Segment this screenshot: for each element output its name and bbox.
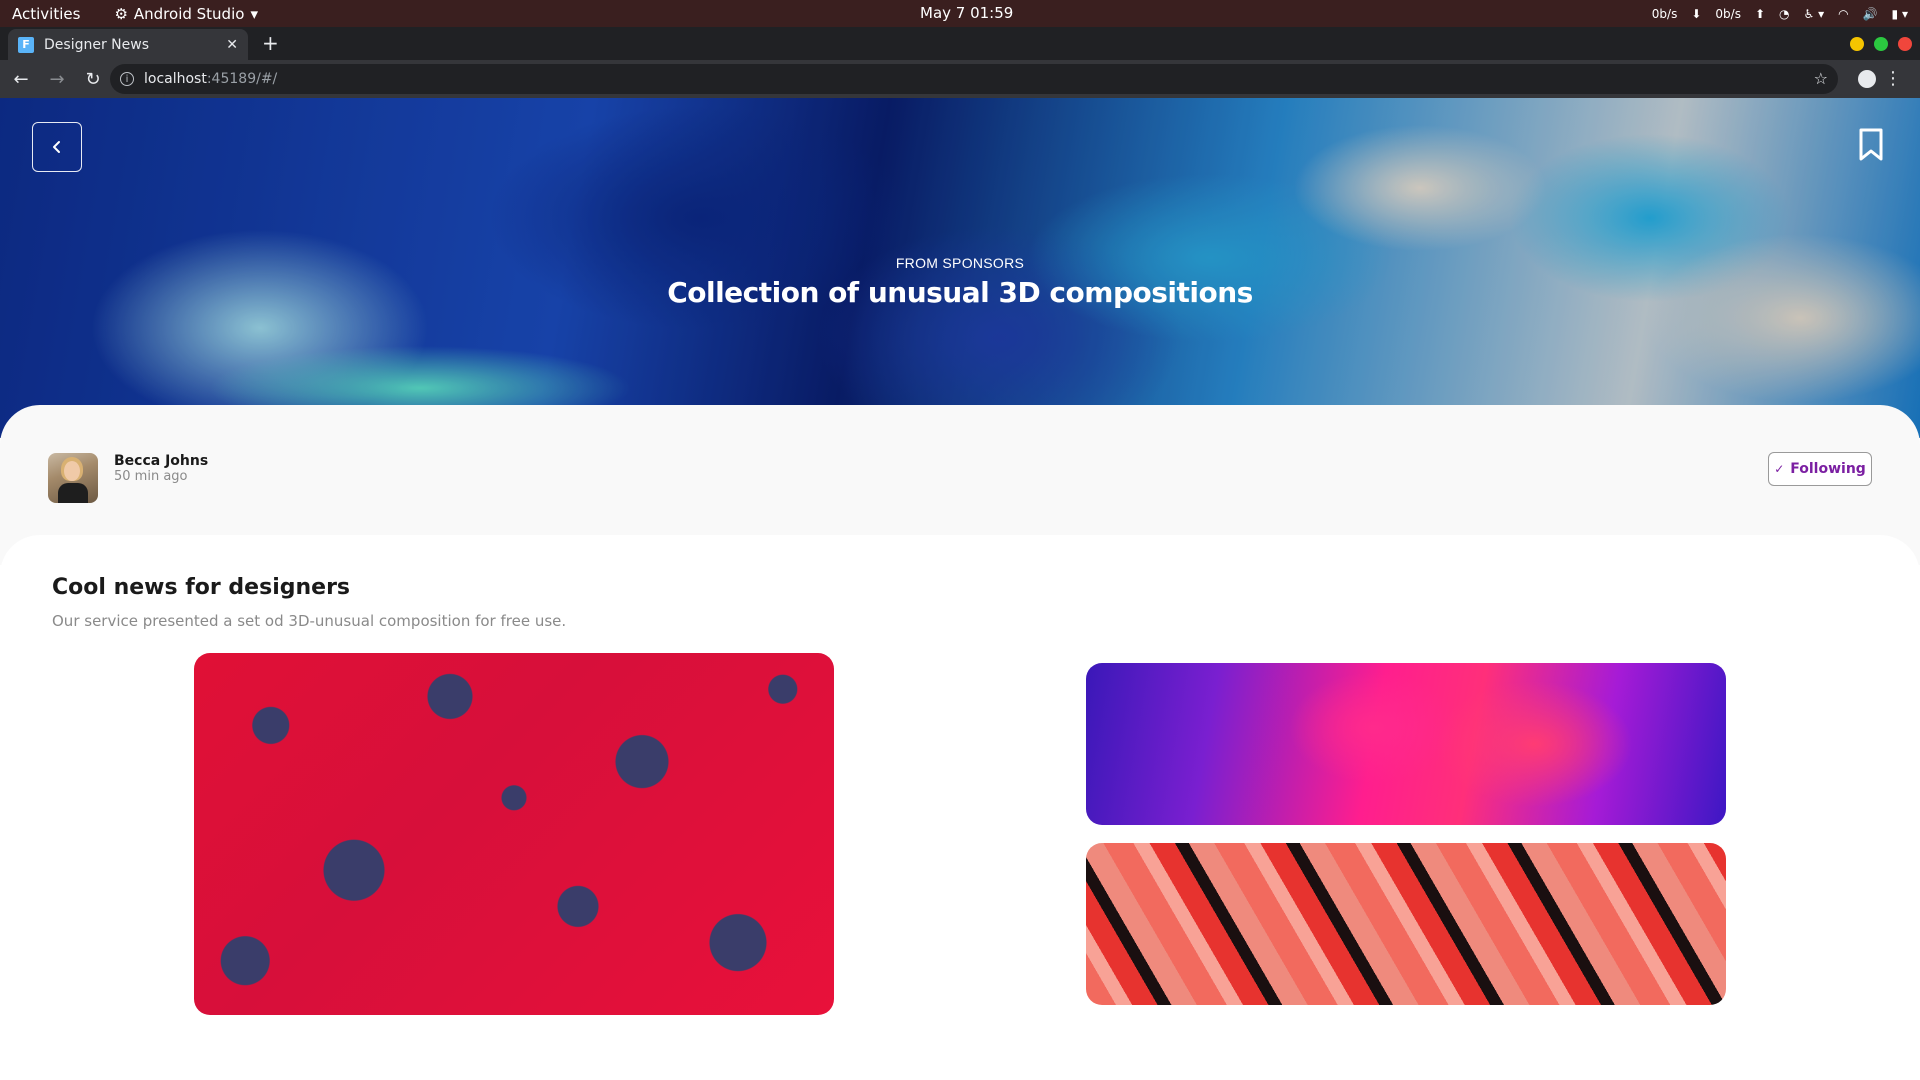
url-path: :45189/#/ xyxy=(206,71,278,87)
power-icon[interactable]: ◔ xyxy=(1779,7,1789,21)
following-label: Following xyxy=(1790,461,1866,477)
content-title: Cool news for designers xyxy=(52,575,351,600)
browser-toolbar: ← → ↻ i localhost :45189/#/ ☆ ⋮ xyxy=(0,60,1920,98)
author-time: 50 min ago xyxy=(114,469,188,484)
wifi-icon[interactable]: ◠ xyxy=(1838,7,1848,21)
net-up-label: 0b/s xyxy=(1715,6,1741,21)
star-icon[interactable]: ☆ xyxy=(1814,69,1828,88)
net-down-label: 0b/s xyxy=(1651,6,1678,21)
arrow-up-icon: ⬆ xyxy=(1754,6,1766,21)
new-tab-button[interactable]: + xyxy=(262,31,279,55)
hero-title: Collection of unusual 3D compositions xyxy=(667,276,1253,309)
volume-icon[interactable]: 🔊 xyxy=(1863,7,1878,21)
minimize-button[interactable] xyxy=(1850,37,1864,51)
bookmark-icon xyxy=(1859,128,1883,161)
back-button[interactable] xyxy=(32,122,82,172)
avatar[interactable] xyxy=(48,453,98,503)
app-menu[interactable]: ⚙ Android Studio ▾ xyxy=(114,5,258,23)
window-controls xyxy=(1850,37,1912,51)
check-icon: ✓ xyxy=(1774,462,1785,476)
content-description: Our service presented a set od 3D-unusua… xyxy=(52,612,567,630)
system-top-bar: Activities ⚙ Android Studio ▾ May 7 01:5… xyxy=(0,0,1920,27)
app-name: Android Studio xyxy=(133,4,245,23)
red-texture-image[interactable] xyxy=(194,653,834,1015)
hero-eyebrow: FROM SPONSORS xyxy=(895,255,1025,271)
accessibility-icon[interactable]: ♿ ▾ xyxy=(1804,7,1825,21)
tab-designer-news[interactable]: F Designer News ✕ xyxy=(8,29,248,60)
clock[interactable]: May 7 01:59 xyxy=(920,4,1013,22)
purple-fluid-image[interactable] xyxy=(1086,663,1726,825)
close-icon[interactable]: ✕ xyxy=(226,37,238,53)
bookmark-button[interactable] xyxy=(1858,128,1884,162)
reload-icon[interactable]: ↻ xyxy=(78,69,108,90)
back-arrow-icon[interactable]: ← xyxy=(6,69,36,90)
chevron-down-icon: ▾ xyxy=(250,4,258,23)
coral-marble-image[interactable] xyxy=(1086,843,1726,1005)
chevron-left-icon xyxy=(53,141,60,153)
following-button[interactable]: ✓ Following xyxy=(1768,452,1872,486)
android-studio-icon: ⚙ xyxy=(114,4,128,23)
kebab-menu-icon[interactable]: ⋮ xyxy=(1884,68,1902,89)
activities-button[interactable]: Activities xyxy=(12,5,80,23)
flutter-icon: F xyxy=(18,36,34,53)
page-viewport: FROM SPONSORS Collection of unusual 3D c… xyxy=(0,98,1920,1080)
forward-arrow-icon[interactable]: → xyxy=(42,69,72,90)
battery-icon[interactable]: ▮ ▾ xyxy=(1892,7,1908,21)
author-name[interactable]: Becca Johns xyxy=(114,453,208,469)
profile-icon[interactable] xyxy=(1858,70,1876,88)
tab-strip: F Designer News ✕ + xyxy=(0,27,1920,60)
arrow-down-icon: ⬇ xyxy=(1691,6,1702,21)
close-window-button[interactable] xyxy=(1898,37,1912,51)
address-bar[interactable]: i localhost :45189/#/ ☆ xyxy=(110,64,1838,94)
url-host: localhost xyxy=(144,71,207,87)
maximize-button[interactable] xyxy=(1874,37,1888,51)
info-icon[interactable]: i xyxy=(120,72,134,86)
tab-title: Designer News xyxy=(44,36,149,53)
content-card: Cool news for designers Our service pres… xyxy=(0,535,1920,1080)
